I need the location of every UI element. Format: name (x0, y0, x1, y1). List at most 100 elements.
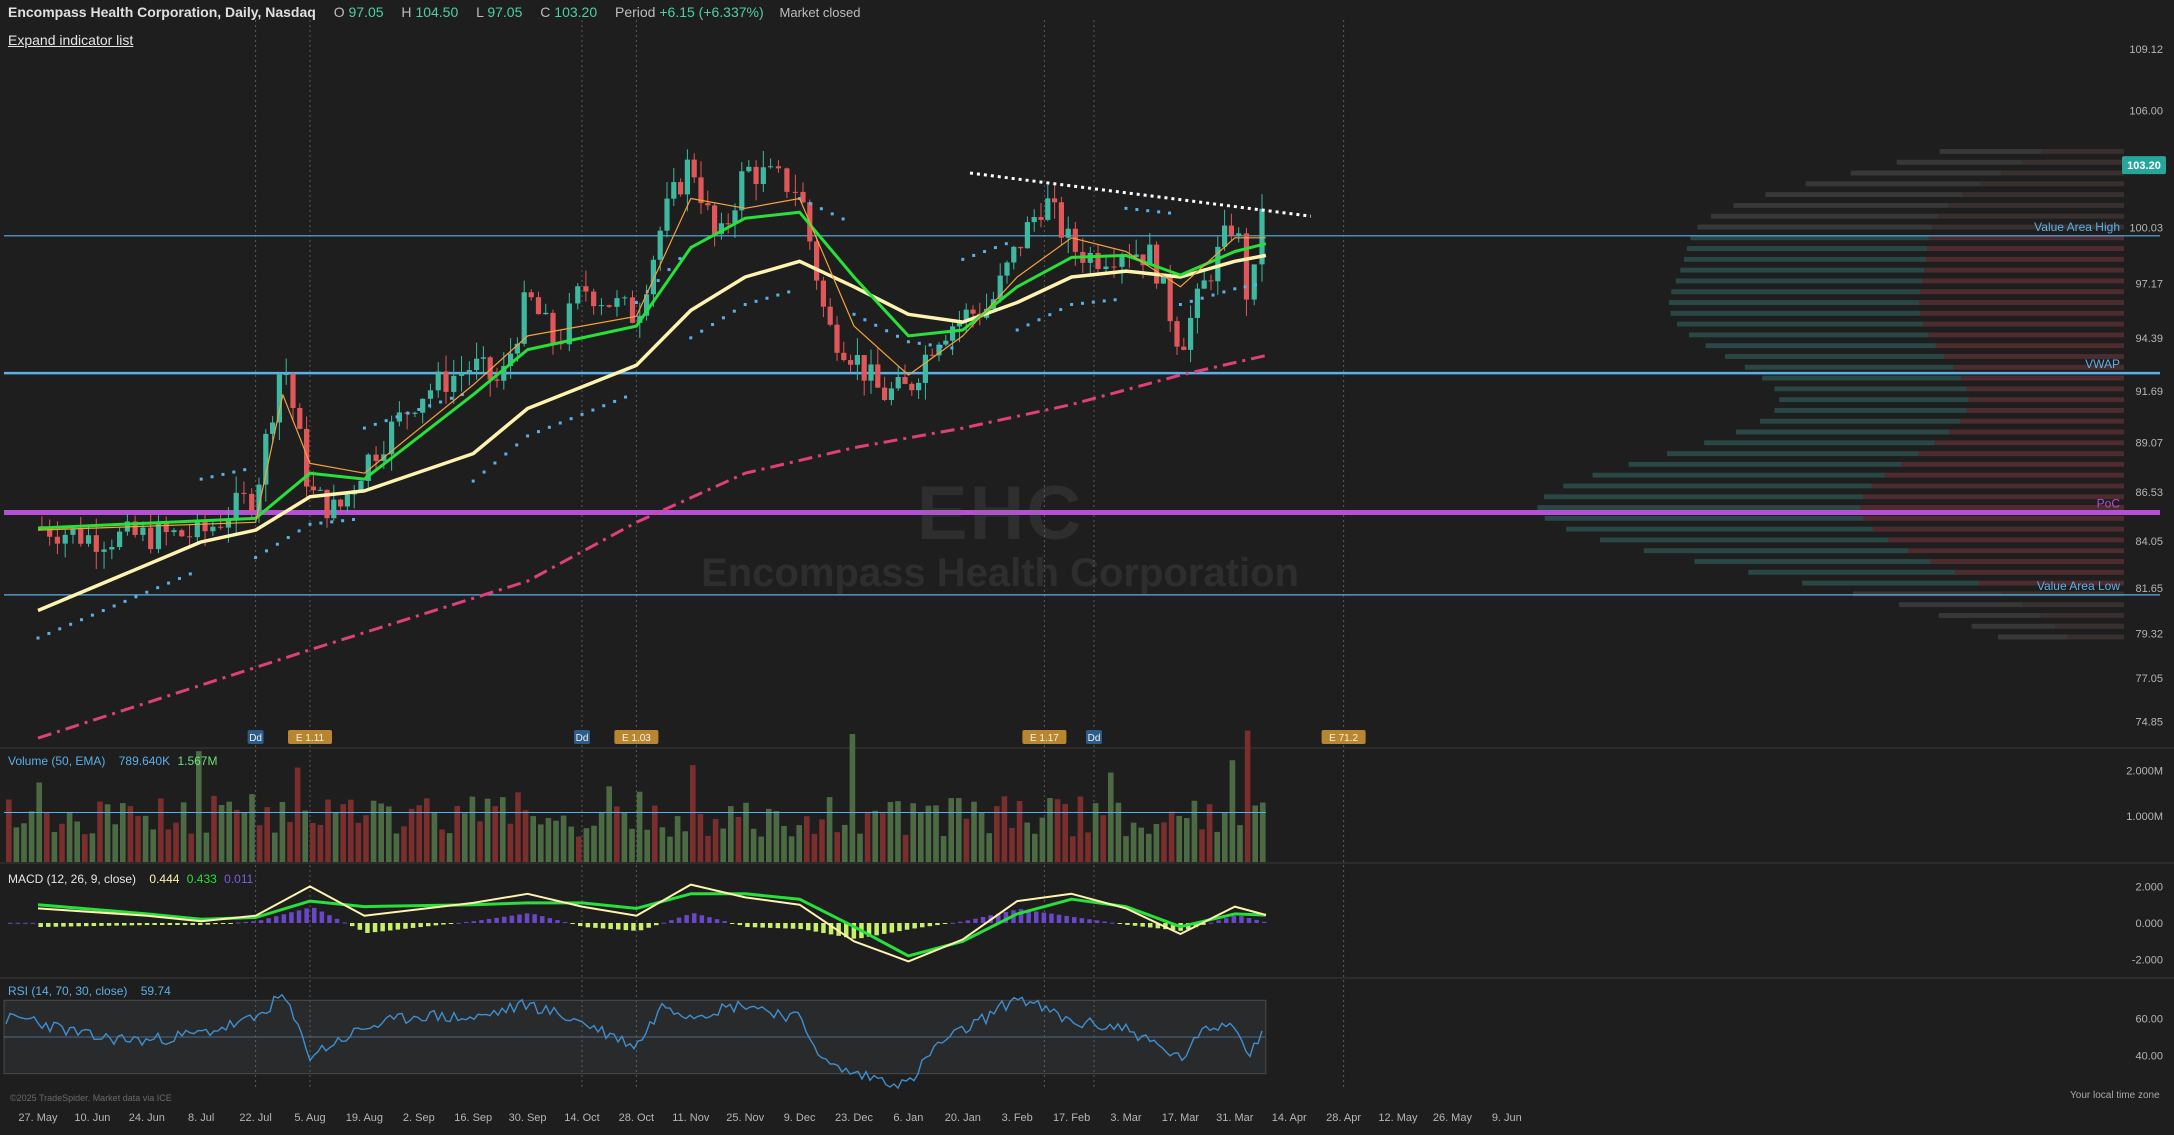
volume-profile-up-bar (1938, 613, 2041, 618)
macd-hist-negative (106, 923, 112, 926)
volume-legend[interactable]: Volume (50, EMA) 789.640K 1.567M (8, 754, 217, 768)
volume-profile-down-bar (1928, 332, 2124, 338)
volume-bar-up (1115, 802, 1122, 862)
watermark-ticker: EHC (916, 471, 1084, 556)
psar-dot (547, 425, 551, 429)
volume-bar-down (173, 822, 179, 862)
volume-bar-up (750, 828, 757, 862)
candle-down (78, 528, 84, 544)
macd-hist-positive (555, 920, 560, 923)
macd-hist-positive (8, 922, 13, 924)
psar-dot (341, 519, 345, 523)
volume-bar-up (74, 821, 80, 862)
candle-up (1024, 222, 1030, 249)
volume-bar-up (1130, 822, 1137, 862)
volume-profile-up-bar (1997, 634, 2068, 640)
macd-hist-positive (15, 922, 21, 924)
level-label: PoC (2097, 496, 2121, 510)
candle-up (1194, 288, 1200, 318)
volume-profile-down-bar (1949, 429, 2124, 435)
candle-up (1188, 317, 1194, 350)
volume-bar-up (180, 802, 187, 862)
macd-hist-negative (821, 923, 826, 934)
macd-hist-positive (464, 922, 469, 924)
macd-hist-negative (942, 923, 948, 924)
volume-profile-up-bar (1677, 321, 1923, 327)
volume-profile-down-bar (2041, 148, 2124, 154)
price-axis-tick: 109.12 (2129, 44, 2163, 56)
macd-hist-positive (1034, 911, 1039, 923)
candle-down (583, 286, 589, 292)
candle-up (317, 489, 323, 491)
candle-down (753, 166, 759, 185)
psar-dot (983, 250, 987, 254)
high-value: 104.50 (415, 4, 459, 20)
macd-hist-negative (646, 923, 651, 928)
volume-bar-up (1237, 825, 1243, 862)
expand-indicator-list-link[interactable]: Expand indicator list (8, 32, 133, 48)
volume-profile-up-bar (1899, 602, 2023, 608)
psar-dot (264, 549, 268, 553)
volume-bar-down (294, 767, 301, 862)
macd-hist-negative (175, 923, 180, 926)
volume-bar-down (1168, 811, 1175, 862)
volume-bar-down (363, 815, 369, 862)
volume-bar-up (918, 813, 924, 862)
candle-up (171, 530, 177, 533)
macd-hist-negative (46, 923, 51, 927)
macd-hist-positive (532, 914, 537, 923)
volume-bar-up (560, 815, 567, 862)
macd-hist-negative (882, 923, 887, 934)
psar-dot (406, 411, 410, 415)
macd-hist-negative (167, 923, 173, 926)
macd-axis-tick: 0.000 (2135, 918, 2163, 930)
volume-bar-up (150, 829, 156, 862)
macd-hist-positive (1064, 915, 1069, 923)
psar-dot (841, 217, 845, 221)
candle-down (909, 383, 915, 391)
macd-hist-positive (699, 915, 705, 923)
candle-down (1058, 202, 1064, 238)
macd-hist-negative (388, 923, 393, 931)
psar-dot (1004, 242, 1008, 246)
psar-dot (874, 323, 878, 327)
psar-dot (1091, 300, 1095, 304)
macd-hist-negative (585, 923, 591, 928)
date-axis-tick: 9. Dec (784, 1112, 816, 1124)
psar-dot (917, 341, 921, 345)
psar-dot (308, 522, 312, 526)
candle-up (1004, 262, 1010, 276)
macd-hist-negative (213, 923, 218, 925)
macd-hist-positive (524, 913, 530, 923)
rsi-axis-tick: 60.00 (2135, 1014, 2163, 1026)
macd-hist-positive (1049, 913, 1054, 923)
volume-profile-down-bar (1962, 192, 2124, 198)
macd-hist-negative (608, 923, 613, 929)
psar-dot (732, 309, 736, 313)
macd-hist-negative (122, 923, 127, 926)
candle-down (1038, 217, 1044, 220)
macd-hist-positive (327, 915, 332, 923)
macd-hist-positive (1102, 921, 1107, 923)
macd-hist-positive (509, 915, 515, 923)
candle-up (922, 354, 928, 383)
candle-up (943, 340, 949, 345)
macd-hist-negative (403, 923, 408, 929)
macd-legend[interactable]: MACD (12, 26, 9, close) 0.444 0.433 0.01… (8, 872, 253, 886)
candle-down (1052, 198, 1058, 203)
macd-hist-negative (144, 923, 150, 926)
macd-hist-positive (1087, 919, 1092, 923)
psar-dot (928, 343, 932, 347)
volume-bar-down (325, 799, 331, 862)
candle-up (650, 259, 656, 295)
candle-up (458, 372, 465, 376)
candle-down (338, 499, 344, 507)
rsi-legend[interactable]: RSI (14, 70, 30, close) 59.74 (8, 984, 171, 998)
psar-dot (199, 477, 203, 481)
date-axis-tick: 31. Mar (1216, 1112, 1254, 1124)
psar-dot (896, 334, 900, 338)
volume-bar-up (218, 805, 225, 862)
volume-bar-down (690, 765, 696, 862)
date-axis-tick: 10. Jun (74, 1112, 110, 1124)
volume-profile-down-bar (1954, 569, 2124, 575)
